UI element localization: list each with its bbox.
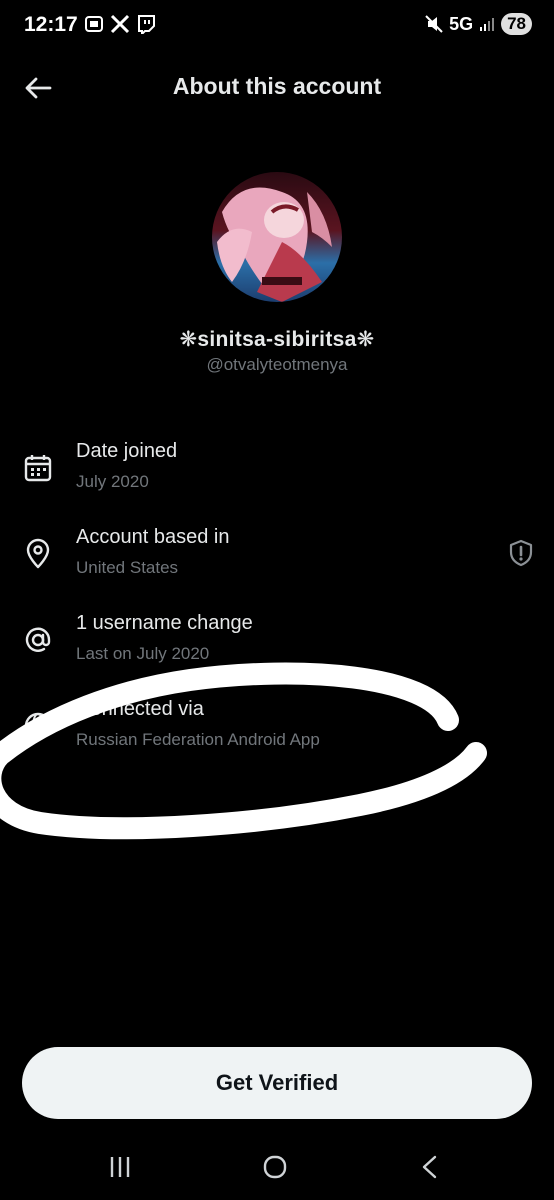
handle: @otvalyteotmenya (206, 355, 348, 374)
shield-alert-icon[interactable] (506, 538, 536, 568)
calendar-icon (24, 455, 52, 482)
twitch-icon (138, 15, 155, 34)
info-subtitle: Russian Federation Android App (76, 730, 320, 749)
account-location-row: Account based in United States (0, 526, 554, 596)
back-nav-icon[interactable] (410, 1152, 450, 1182)
network-label: 5G (449, 13, 474, 34)
get-verified-button[interactable]: Get Verified (22, 1047, 532, 1119)
info-subtitle: July 2020 (76, 472, 149, 491)
screenshot-icon (85, 16, 103, 32)
signal-icon (480, 18, 495, 31)
date-joined-row: Date joined July 2020 (0, 440, 554, 510)
location-pin-icon (26, 538, 50, 569)
globe-icon (24, 712, 52, 740)
page-title: About this account (172, 73, 382, 99)
connected-via-row: Connected via Russian Federation Android… (0, 698, 554, 768)
display-name: ❋sinitsa-sibiritsa❋ (179, 328, 375, 351)
x-logo-icon (110, 14, 130, 34)
avatar[interactable] (212, 172, 342, 302)
info-title: Date joined (76, 440, 178, 462)
home-icon[interactable] (255, 1152, 295, 1182)
info-title: Connected via (76, 698, 204, 720)
status-right: 5G 78 (425, 13, 532, 35)
username-change-row: 1 username change Last on July 2020 (0, 612, 554, 682)
at-sign-icon (25, 627, 51, 652)
system-nav-bar (0, 1140, 554, 1200)
info-title: 1 username change (76, 612, 253, 634)
info-subtitle: Last on July 2020 (76, 644, 210, 663)
notification-icons (84, 14, 156, 34)
status-bar: 12:17 5G 78 (0, 0, 554, 56)
mute-icon (425, 15, 443, 33)
info-title: Account based in (76, 526, 230, 548)
battery-indicator: 78 (501, 13, 532, 35)
info-subtitle: United States (76, 558, 179, 577)
about-account-screen: 12:17 5G 78 About this account ❋sinitsa-… (0, 0, 554, 1200)
status-time: 12:17 (24, 13, 78, 36)
header: About this account (0, 60, 554, 116)
recent-apps-icon[interactable] (100, 1152, 140, 1182)
